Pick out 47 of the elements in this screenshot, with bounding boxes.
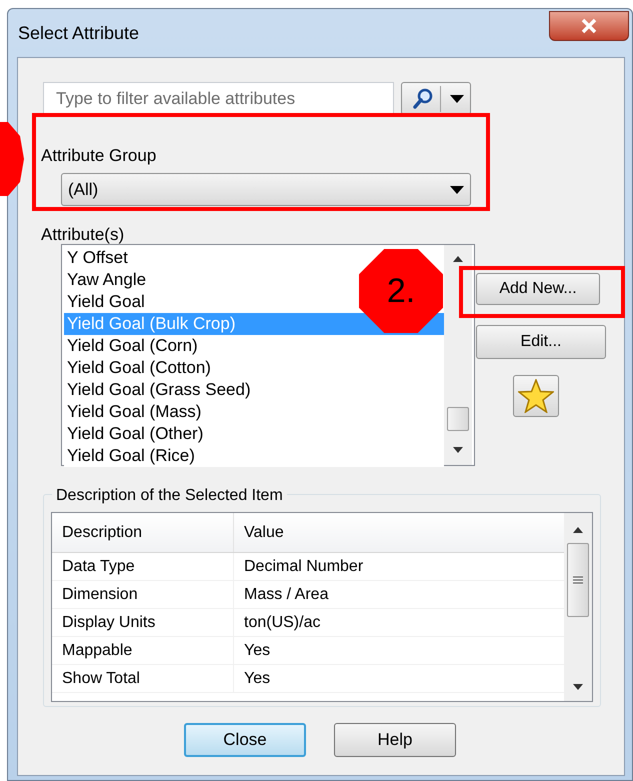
star-icon <box>518 379 554 413</box>
attribute-list-item[interactable]: Yield Goal (Grass Seed) <box>64 379 254 401</box>
edit-button[interactable]: Edit... <box>476 325 606 359</box>
scroll-thumb[interactable] <box>447 407 469 431</box>
search-dropdown-button[interactable] <box>401 82 471 115</box>
table-cell: Data Type <box>52 553 234 580</box>
filter-field[interactable]: Type to filter available attributes <box>43 82 394 115</box>
scroll-down-icon <box>453 447 463 453</box>
attribute-group-label: Attribute Group <box>41 145 156 167</box>
table-cell: Dimension <box>52 581 234 608</box>
favorite-button[interactable] <box>513 375 559 417</box>
add-new-button[interactable]: Add New... <box>476 273 600 305</box>
attribute-list-item[interactable]: Yield Goal <box>64 291 148 313</box>
table-cell-text: ton(US)/ac <box>243 613 322 633</box>
attribute-list-item[interactable]: Yield Goal (Corn) <box>64 335 201 357</box>
grip-icon <box>573 576 583 584</box>
vertical-scrollbar[interactable] <box>444 245 472 465</box>
column-header[interactable]: Description <box>52 513 234 552</box>
column-header[interactable]: Value <box>234 513 564 552</box>
attribute-list-item[interactable]: Yield Goal (Mass) <box>64 401 204 423</box>
attribute-list-item[interactable]: Yield Goal (Other) <box>64 423 206 445</box>
table-cell: Display Units <box>52 609 234 636</box>
attribute-list-item[interactable]: Y Offset <box>64 247 131 269</box>
table-cell-text: Mass / Area <box>243 585 330 605</box>
scroll-down-icon <box>573 684 583 690</box>
search-icon <box>412 88 434 110</box>
table-cell-text: Decimal Number <box>243 557 364 577</box>
attribute-list-item[interactable]: Yield Goal (Cotton) <box>64 357 214 379</box>
table-cell-text: Yes <box>243 641 272 661</box>
scroll-up-icon <box>573 527 583 533</box>
attribute-list-item[interactable]: Yaw Angle <box>64 269 150 291</box>
caret-icon <box>450 186 464 194</box>
caret-icon <box>450 94 464 102</box>
scroll-up-icon <box>453 256 463 262</box>
close-button[interactable] <box>549 11 629 41</box>
table-cell: Show Total <box>52 665 234 692</box>
attribute-group-dropdown[interactable]: (All) <box>61 173 471 206</box>
table-cell: Mappable <box>52 637 234 664</box>
window-title: Select Attribute <box>18 22 140 44</box>
table-cell-text: Yes <box>243 669 272 689</box>
vertical-scrollbar[interactable] <box>564 513 592 701</box>
scroll-thumb[interactable] <box>567 543 589 617</box>
close-icon <box>580 18 598 34</box>
attribute-list-item[interactable]: Yield Goal (Rice) <box>64 445 198 467</box>
attributes-label: Attribute(s) <box>41 224 124 246</box>
close-dialog-button[interactable]: Close <box>184 723 306 757</box>
help-button[interactable]: Help <box>334 723 456 757</box>
